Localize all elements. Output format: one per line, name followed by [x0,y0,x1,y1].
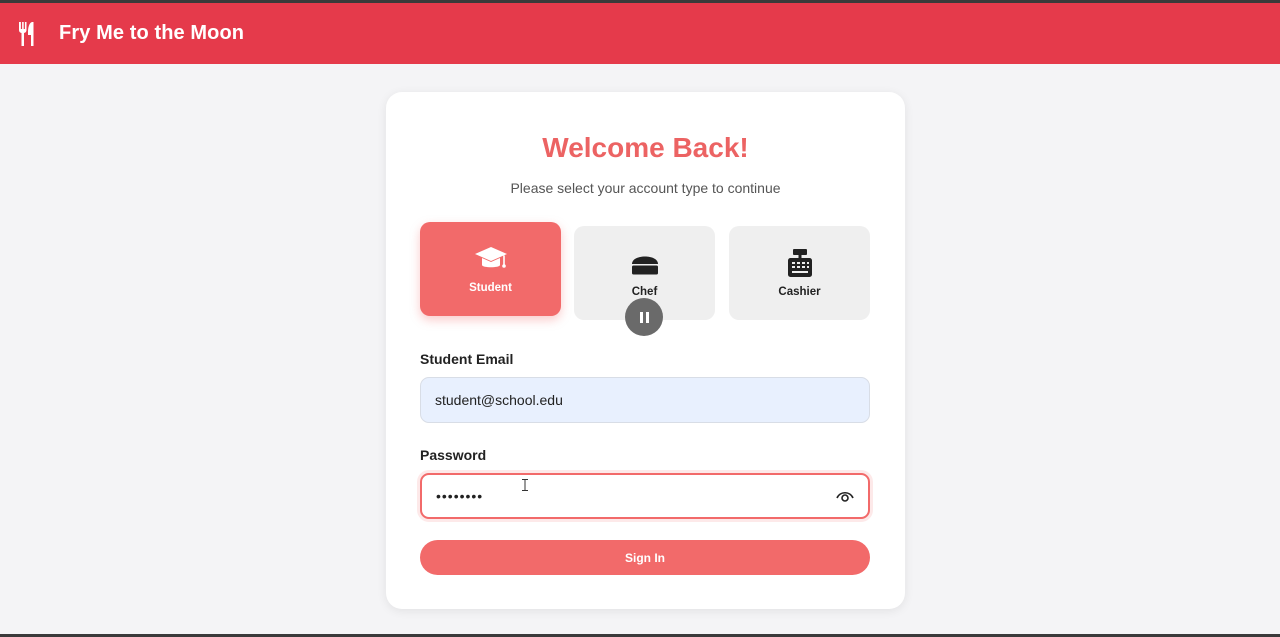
utensils-icon [18,21,34,46]
cash-register-icon [787,249,812,277]
eye-icon[interactable] [836,488,854,504]
email-label: Student Email [420,351,514,367]
email-field[interactable] [420,377,870,423]
account-type-student[interactable]: Student [420,222,561,316]
page-title: Welcome Back! [542,132,749,163]
account-type-cashier[interactable]: Cashier [729,226,870,320]
pause-icon[interactable] [625,298,663,336]
account-type-label: Chef [631,286,658,298]
login-card: Welcome Back! Please select your account… [386,92,905,609]
password-field[interactable] [420,473,870,519]
sign-in-button[interactable]: Sign In [420,540,870,575]
account-type-label: Cashier [778,286,821,298]
password-label: Password [420,447,487,463]
text-cursor-icon [522,479,528,491]
password-field-wrapper [420,473,870,519]
app-title[interactable]: Fry Me to the Moon [59,22,244,45]
page-subtitle: Please select your account type to conti… [510,180,781,196]
graduation-cap-icon [474,247,507,268]
chef-hat-icon [631,256,658,275]
account-type-label: Student [469,282,512,294]
top-navbar: Fry Me to the Moon [0,3,1280,64]
